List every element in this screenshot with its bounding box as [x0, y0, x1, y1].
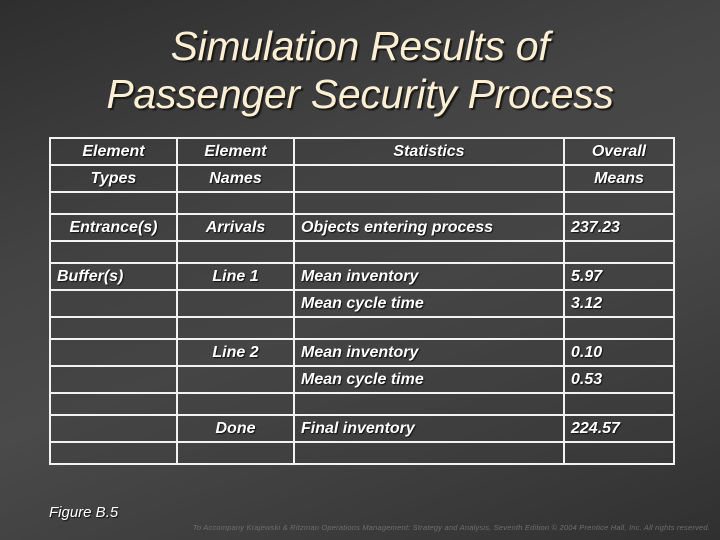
cell-statistic	[293, 392, 565, 416]
header-element-names: Element	[176, 137, 295, 166]
cell-type	[49, 316, 178, 340]
cell-mean: 224.57	[563, 414, 675, 443]
table-row: Mean cycle time 0.53	[49, 365, 675, 394]
figure-label: Figure B.5	[49, 504, 119, 521]
header-row-1: Element Element Statistics Overall	[49, 137, 675, 166]
cell-mean: 237.23	[563, 213, 675, 242]
cell-name	[176, 191, 295, 215]
cell-mean	[563, 441, 675, 465]
cell-statistic	[293, 191, 565, 215]
table-row	[49, 392, 675, 416]
cell-name	[176, 365, 295, 394]
header-element-names-2: Names	[176, 164, 295, 193]
cell-type	[49, 441, 178, 465]
cell-name: Line 2	[176, 338, 295, 367]
table-row: Mean cycle time 3.12	[49, 289, 675, 318]
cell-type: Entrance(s)	[49, 213, 178, 242]
cell-type	[49, 240, 178, 264]
table-row: Done Final inventory 224.57	[49, 414, 675, 443]
cell-mean	[563, 240, 675, 264]
header-row-2: Types Names Means	[49, 164, 675, 193]
table-row: Line 2 Mean inventory 0.10	[49, 338, 675, 367]
title-line-1: Simulation Results of	[170, 23, 550, 69]
cell-mean	[563, 392, 675, 416]
header-overall-means: Overall	[563, 137, 675, 166]
cell-statistic: Mean cycle time	[293, 365, 565, 394]
header-element-types-2: Types	[49, 164, 178, 193]
cell-mean: 3.12	[563, 289, 675, 318]
table-row	[49, 441, 675, 465]
cell-type	[49, 414, 178, 443]
cell-mean: 5.97	[563, 262, 675, 291]
cell-name	[176, 441, 295, 465]
cell-statistic: Mean inventory	[293, 262, 565, 291]
cell-name	[176, 289, 295, 318]
table-row	[49, 240, 675, 264]
table-row: Buffer(s) Line 1 Mean inventory 5.97	[49, 262, 675, 291]
cell-statistic: Mean inventory	[293, 338, 565, 367]
copyright-footer: To Accompany Krajewski & Ritzman Operati…	[192, 523, 710, 532]
cell-statistic	[293, 316, 565, 340]
table-row	[49, 191, 675, 215]
cell-type	[49, 289, 178, 318]
cell-statistic: Final inventory	[293, 414, 565, 443]
slide-title: Simulation Results of Passenger Security…	[0, 22, 720, 118]
cell-type	[49, 392, 178, 416]
slide: Simulation Results of Passenger Security…	[0, 0, 720, 540]
cell-name	[176, 316, 295, 340]
title-line-2: Passenger Security Process	[106, 71, 614, 117]
cell-type: Buffer(s)	[49, 262, 178, 291]
cell-name: Line 1	[176, 262, 295, 291]
cell-type	[49, 338, 178, 367]
table-row: Entrance(s) Arrivals Objects entering pr…	[49, 213, 675, 242]
cell-name: Arrivals	[176, 213, 295, 242]
table-row	[49, 316, 675, 340]
cell-type	[49, 365, 178, 394]
cell-name: Done	[176, 414, 295, 443]
cell-type	[49, 191, 178, 215]
cell-statistic: Mean cycle time	[293, 289, 565, 318]
header-statistics-2	[293, 164, 565, 193]
cell-mean: 0.53	[563, 365, 675, 394]
cell-mean: 0.10	[563, 338, 675, 367]
header-element-types: Element	[49, 137, 178, 166]
header-overall-means-2: Means	[563, 164, 675, 193]
cell-name	[176, 240, 295, 264]
cell-statistic	[293, 441, 565, 465]
cell-statistic: Objects entering process	[293, 213, 565, 242]
cell-name	[176, 392, 295, 416]
simulation-results-table: Element Element Statistics Overall Types…	[49, 137, 675, 465]
cell-mean	[563, 316, 675, 340]
cell-mean	[563, 191, 675, 215]
header-statistics: Statistics	[293, 137, 565, 166]
cell-statistic	[293, 240, 565, 264]
